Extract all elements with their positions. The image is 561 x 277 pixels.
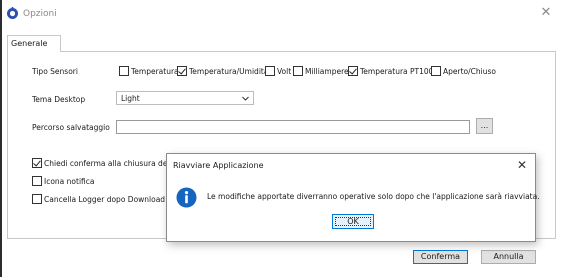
checkbox-label-milliampere: Milliampere bbox=[305, 67, 349, 76]
checkbox-aperto-chiuso[interactable] bbox=[431, 66, 441, 76]
checkbox-label-clear-logger: Cancella Logger dopo Download bbox=[44, 195, 166, 204]
checkbox-notification-icon[interactable] bbox=[32, 176, 42, 186]
browse-button[interactable]: ... bbox=[476, 118, 493, 134]
save-path-input[interactable] bbox=[116, 120, 470, 134]
checkbox-temperatura[interactable] bbox=[119, 66, 129, 76]
info-icon bbox=[176, 187, 197, 208]
tab-generale[interactable]: Generale bbox=[7, 35, 61, 52]
desktop-theme-value: Light bbox=[121, 94, 140, 103]
chevron-down-icon bbox=[242, 96, 249, 101]
checkbox-label-temperatura: Temperatura bbox=[131, 67, 179, 76]
checkbox-label-temperatura-pt100: Temperatura PT100 bbox=[360, 67, 434, 76]
window-close-icon[interactable]: ✕ bbox=[538, 5, 554, 21]
desktop-theme-select[interactable]: Light bbox=[116, 91, 254, 105]
checkbox-label-temperatura-umidita: Temperatura/Umidità bbox=[189, 67, 269, 76]
checkbox-temperatura-pt100[interactable] bbox=[348, 66, 358, 76]
window-edge bbox=[0, 0, 2, 277]
checkbox-clear-logger[interactable] bbox=[32, 194, 42, 204]
save-path-label: Percorso salvataggio bbox=[32, 123, 110, 132]
checkbox-label-notification-icon: Icona notifica bbox=[44, 177, 95, 186]
checkbox-milliampere[interactable] bbox=[293, 66, 303, 76]
sensor-type-label: Tipo Sensori bbox=[32, 67, 78, 76]
dialog-title: Riavviare Applicazione bbox=[173, 161, 264, 170]
window-title: Opzioni bbox=[23, 9, 57, 19]
ok-button[interactable]: OK bbox=[332, 214, 374, 229]
checkbox-volt[interactable] bbox=[265, 66, 275, 76]
dialog-message: Le modifiche apportate diverranno operat… bbox=[207, 192, 540, 201]
dialog-close-icon[interactable]: ✕ bbox=[514, 157, 530, 173]
app-gear-icon bbox=[7, 7, 18, 19]
tab-label: Generale bbox=[11, 39, 48, 48]
confirm-button[interactable]: Conferma bbox=[413, 250, 468, 264]
desktop-theme-label: Tema Desktop bbox=[32, 95, 86, 104]
checkbox-temperatura-umidita[interactable] bbox=[177, 66, 187, 76]
checkbox-label-volt: Volt bbox=[277, 67, 292, 76]
restart-dialog: Riavviare Applicazione ✕ Le modifiche ap… bbox=[166, 153, 540, 242]
cancel-button[interactable]: Annulla bbox=[481, 250, 536, 264]
checkbox-confirm-on-close[interactable] bbox=[32, 158, 42, 168]
checkbox-label-aperto-chiuso: Aperto/Chiuso bbox=[443, 67, 496, 76]
